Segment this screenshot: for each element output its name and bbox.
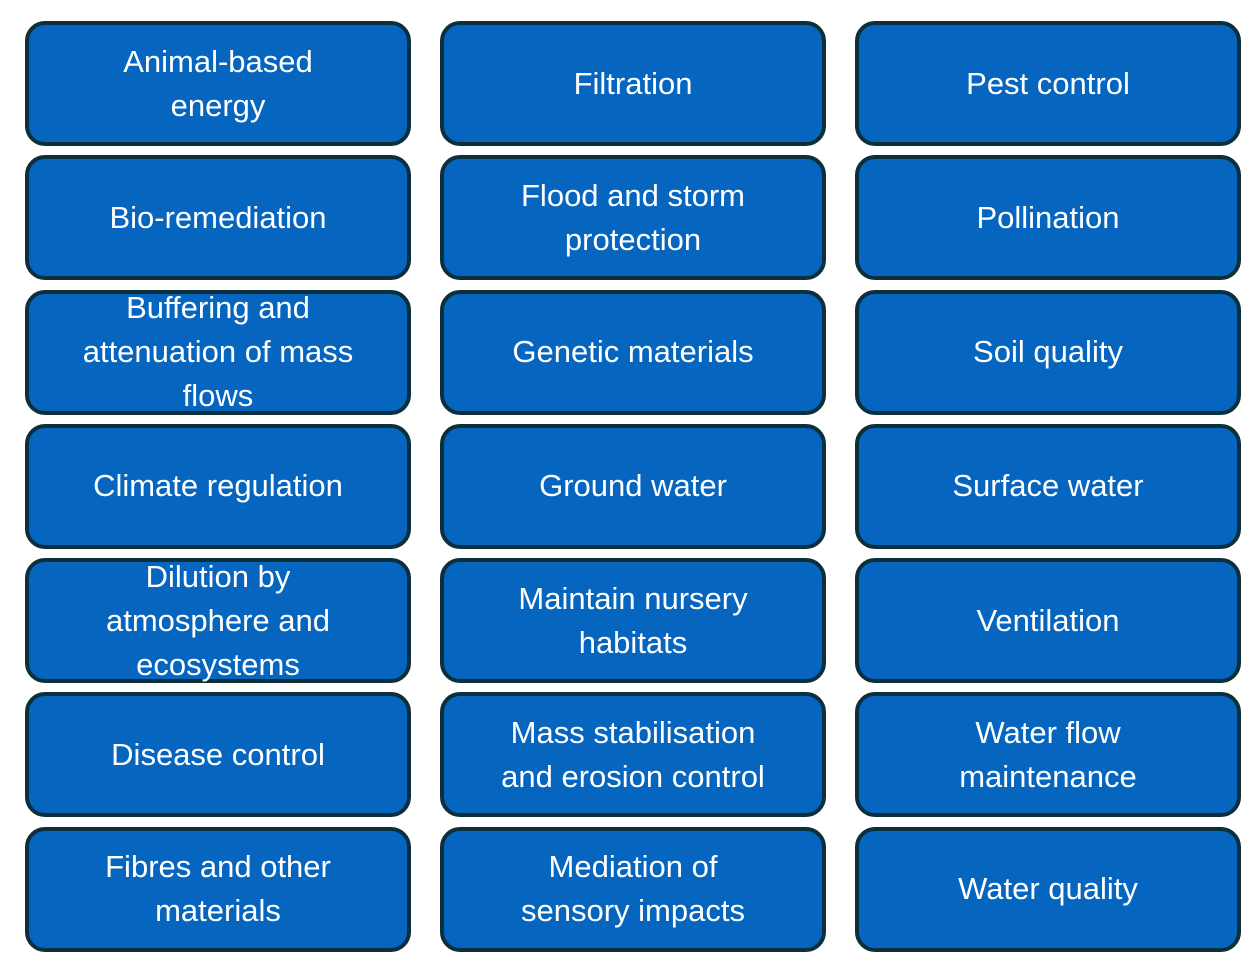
service-box-climate-regulation[interactable]: Climate regulation [25,423,411,549]
service-box-genetic-materials[interactable]: Genetic materials [440,289,826,415]
service-box-animal-based-energy[interactable]: Animal-based energy [25,21,411,146]
service-label-line: Disease control [111,736,325,772]
service-label-line: Ventilation [976,602,1120,638]
service-box-filtration[interactable]: Filtration [440,21,826,146]
service-label-line: Bio-remediation [109,199,327,235]
service-label-line: Genetic materials [512,334,754,370]
service-box-surface-water[interactable]: Surface water [855,423,1241,549]
service-box-fibres-materials[interactable]: Fibres and other materials [25,826,411,952]
service-label-line: Animal-based [123,43,313,79]
service-box-buffering-attenuation[interactable]: Buffering and attenuation of mass flows [25,289,411,415]
service-box-dilution[interactable]: Dilution by atmosphere and ecosystems [25,558,411,684]
service-label-line: materials [155,893,281,929]
service-label-line: Ground water [539,468,727,504]
service-box-pollination[interactable]: Pollination [855,155,1241,281]
service-box-flood-storm-protection[interactable]: Flood and storm protection [440,155,826,281]
service-box-ventilation[interactable]: Ventilation [855,558,1241,684]
service-label-line: Pollination [976,199,1120,235]
service-label-line: Mass stabilisation [510,714,756,750]
service-label-line: Soil quality [973,334,1123,370]
service-box-nursery-habitats[interactable]: Maintain nursery habitats [440,558,826,684]
service-label-line: and erosion control [501,758,765,794]
service-box-soil-quality[interactable]: Soil quality [855,289,1241,415]
service-label-line: Water flow [975,714,1121,750]
service-label-line: flows [182,378,254,414]
service-label-line: Climate regulation [93,468,343,504]
service-label-line: energy [170,87,266,123]
service-label-line: Filtration [573,65,693,101]
service-label-line: sensory impacts [521,893,745,929]
service-label-line: maintenance [959,758,1137,794]
service-label-line: Buffering and [126,290,310,326]
service-label-line: ecosystems [136,646,300,682]
service-label-line: Flood and storm [521,177,745,213]
service-box-disease-control[interactable]: Disease control [25,692,411,818]
service-label-line: protection [564,221,702,257]
service-label-line: Pest control [966,65,1130,101]
service-label-line: attenuation of mass [82,334,354,370]
service-box-ground-water[interactable]: Ground water [440,423,826,549]
service-label-line: Mediation of [548,849,718,885]
service-label-line: Fibres and other [105,849,331,885]
service-label-line: atmosphere and [105,602,331,638]
service-box-pest-control[interactable]: Pest control [855,21,1241,146]
service-box-bio-remediation[interactable]: Bio-remediation [25,155,411,281]
service-label-line: Water quality [958,871,1138,907]
service-label-line: Maintain nursery [518,580,748,616]
service-label-line: Surface water [952,468,1144,504]
service-label-line: Dilution by [145,558,291,594]
service-box-mass-stabilisation[interactable]: Mass stabilisation and erosion control [440,692,826,818]
service-box-sensory-impacts[interactable]: Mediation of sensory impacts [440,826,826,952]
ecosystem-services-grid: Animal-based energy Bio-remediation Buff… [25,21,1241,952]
service-box-water-flow-maintenance[interactable]: Water flow maintenance [855,692,1241,818]
service-label-line: habitats [578,624,688,660]
service-box-water-quality[interactable]: Water quality [855,826,1241,952]
